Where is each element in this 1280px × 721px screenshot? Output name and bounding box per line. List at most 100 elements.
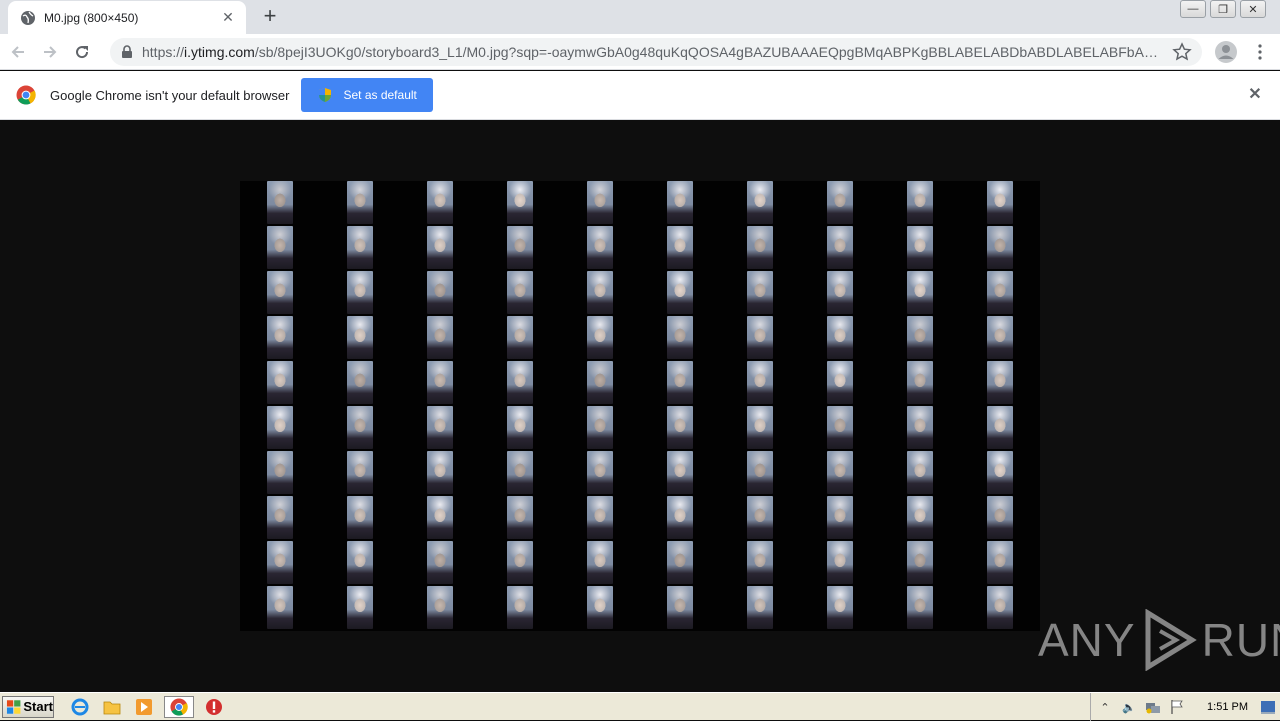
storyboard-frame <box>347 226 373 269</box>
storyboard-frame <box>427 586 453 629</box>
storyboard-frame <box>667 406 693 449</box>
taskbar-explorer[interactable] <box>100 696 124 718</box>
browser-toolbar: https://i.ytimg.com/sb/8pejI3UOKg0/story… <box>0 34 1280 70</box>
play-logo-icon <box>1145 609 1197 671</box>
storyboard-frame <box>667 316 693 359</box>
globe-icon <box>21 10 35 25</box>
taskbar-stop-app[interactable] <box>202 696 226 718</box>
reload-button[interactable] <box>68 38 96 66</box>
taskbar-chrome[interactable] <box>164 695 194 718</box>
tab-strip: M0.jpg (800×450) ✕ + — ❐ ✕ <box>0 0 1280 34</box>
storyboard-frame <box>827 541 853 584</box>
storyboard-frame <box>347 361 373 404</box>
storyboard-frame <box>747 406 773 449</box>
storyboard-frame <box>507 406 533 449</box>
new-tab-button[interactable]: + <box>258 5 282 28</box>
shield-icon <box>319 88 332 102</box>
forward-button[interactable] <box>36 38 64 66</box>
infobar-close-icon[interactable]: ✕ <box>1246 86 1264 104</box>
watermark-run: RUN <box>1201 614 1280 666</box>
volume-icon[interactable]: 🔈 <box>1121 699 1137 715</box>
storyboard-frame <box>267 541 293 584</box>
storyboard-frame <box>587 316 613 359</box>
tab-title: M0.jpg (800×450) <box>44 10 139 25</box>
address-bar[interactable]: https://i.ytimg.com/sb/8pejI3UOKg0/story… <box>110 38 1202 66</box>
storyboard-frame <box>267 271 293 314</box>
storyboard-frame <box>347 586 373 629</box>
storyboard-frame <box>427 271 453 314</box>
back-button[interactable] <box>4 38 32 66</box>
storyboard-frame <box>987 406 1013 449</box>
storyboard-frame <box>267 406 293 449</box>
url-scheme: https:// <box>142 44 185 60</box>
storyboard-frame <box>907 586 933 629</box>
storyboard-frame <box>267 316 293 359</box>
storyboard-frame <box>267 451 293 494</box>
storyboard-frame <box>747 496 773 539</box>
network-icon[interactable] <box>1145 699 1161 715</box>
storyboard-frame <box>827 316 853 359</box>
storyboard-frame <box>907 361 933 404</box>
more-vertical-icon <box>1258 44 1262 60</box>
tray-expand-icon[interactable]: ⌃ <box>1097 699 1113 715</box>
storyboard-frame <box>987 181 1013 224</box>
storyboard-frame <box>587 271 613 314</box>
storyboard-frame <box>667 226 693 269</box>
storyboard-frame <box>667 361 693 404</box>
storyboard-frame <box>987 226 1013 269</box>
storyboard-frame <box>827 181 853 224</box>
storyboard-frame <box>987 316 1013 359</box>
storyboard-frame <box>747 316 773 359</box>
storyboard-frame <box>507 181 533 224</box>
storyboard-frame <box>427 226 453 269</box>
storyboard-frame <box>267 181 293 224</box>
browser-tab[interactable]: M0.jpg (800×450) ✕ <box>8 1 246 34</box>
chrome-icon <box>170 697 188 716</box>
lock-icon <box>122 45 132 58</box>
bookmark-star-icon[interactable] <box>1172 42 1192 62</box>
storyboard-frame <box>667 496 693 539</box>
storyboard-frame <box>907 316 933 359</box>
action-center-flag-icon[interactable] <box>1169 699 1185 715</box>
restore-button[interactable]: ❐ <box>1210 0 1236 18</box>
taskbar-ie[interactable] <box>68 696 92 718</box>
storyboard-frame <box>267 226 293 269</box>
profile-avatar-icon[interactable] <box>1214 40 1238 64</box>
storyboard-frame <box>587 586 613 629</box>
storyboard-image[interactable] <box>240 181 1040 631</box>
close-window-button[interactable]: ✕ <box>1240 0 1266 18</box>
storyboard-frame <box>827 271 853 314</box>
tab-close-icon[interactable]: ✕ <box>220 9 236 26</box>
storyboard-frame <box>427 181 453 224</box>
minimize-button[interactable]: — <box>1180 0 1206 18</box>
stop-sign-icon <box>206 698 222 715</box>
storyboard-frame <box>907 406 933 449</box>
arrow-right-icon <box>44 45 57 58</box>
storyboard-frame <box>987 541 1013 584</box>
storyboard-frame <box>747 181 773 224</box>
storyboard-frame <box>667 181 693 224</box>
storyboard-frame <box>427 361 453 404</box>
show-desktop-icon[interactable] <box>1260 699 1276 715</box>
url-path: /sb/8pejI3UOKg0/storyboard3_L1/M0.jpg?sq… <box>254 44 1164 60</box>
storyboard-frame <box>907 541 933 584</box>
infobar-message: Google Chrome isn't your default browser <box>50 87 290 103</box>
storyboard-frame <box>347 451 373 494</box>
storyboard-frame <box>827 406 853 449</box>
chrome-menu-button[interactable] <box>1250 40 1270 64</box>
taskbar-media-player[interactable] <box>132 696 156 718</box>
start-button[interactable]: Start <box>2 695 54 718</box>
storyboard-frame <box>427 451 453 494</box>
storyboard-frame <box>587 406 613 449</box>
storyboard-frame <box>747 226 773 269</box>
storyboard-frame <box>267 586 293 629</box>
storyboard-frame <box>667 271 693 314</box>
storyboard-frame <box>667 586 693 629</box>
storyboard-frame <box>667 541 693 584</box>
storyboard-frame <box>587 181 613 224</box>
url-text: https://i.ytimg.com/sb/8pejI3UOKg0/story… <box>142 44 1164 60</box>
storyboard-frame <box>507 451 533 494</box>
internet-explorer-icon <box>71 698 89 715</box>
set-as-default-button[interactable]: Set as default <box>301 78 433 112</box>
storyboard-frame <box>827 226 853 269</box>
